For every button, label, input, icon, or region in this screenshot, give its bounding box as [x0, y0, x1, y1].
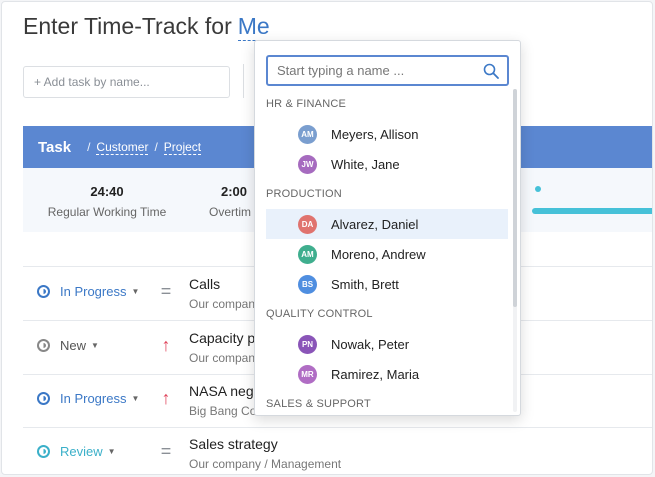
status-label: In Progress: [60, 284, 127, 299]
avatar: MR: [298, 364, 317, 384]
task-customer: Big Bang Co: [189, 404, 257, 418]
stat-value: 24:40: [90, 184, 124, 199]
task-name[interactable]: NASA neg: [189, 383, 254, 399]
person-option[interactable]: MR Ramirez, Maria: [266, 359, 508, 389]
person-option[interactable]: AM Moreno, Andrew: [266, 239, 508, 269]
person-option-highlighted[interactable]: DA Alvarez, Daniel: [266, 209, 508, 239]
toolbar-divider: [243, 64, 244, 98]
column-project[interactable]: Project: [163, 140, 202, 155]
table-row[interactable]: Review ▼ = Sales strategy Our company / …: [23, 428, 652, 474]
priority-equal-icon[interactable]: =: [156, 281, 176, 302]
page-title-text: Enter Time-Track for: [23, 13, 232, 39]
status-dropdown[interactable]: In Progress ▼: [37, 284, 139, 299]
status-icon: [37, 339, 50, 352]
group-label-hr-finance: HR & FINANCE: [266, 98, 347, 110]
status-label: In Progress: [60, 391, 127, 406]
task-customer: Our company: [189, 351, 262, 365]
stat-overtime: 2:00 Overtim: [209, 184, 259, 219]
separator: /: [87, 140, 91, 154]
person-search-box[interactable]: [266, 55, 509, 86]
task-name[interactable]: Sales strategy: [189, 436, 278, 452]
add-task-input[interactable]: + Add task by name...: [23, 66, 230, 98]
group-label-production: PRODUCTION: [266, 188, 342, 200]
status-label: New: [60, 338, 87, 353]
status-dropdown[interactable]: New ▼: [37, 338, 99, 353]
group-label-sales-support: SALES & SUPPORT: [266, 398, 371, 410]
person-picker-dropdown: HR & FINANCE AM Meyers, Allison JW White…: [254, 40, 521, 416]
avatar: BS: [298, 274, 317, 294]
person-name: Alvarez, Daniel: [331, 216, 419, 232]
task-customer: Our company: [189, 297, 262, 311]
person-name: Moreno, Andrew: [331, 246, 426, 262]
task-name[interactable]: Capacity p: [189, 330, 255, 346]
app-frame: Enter Time-Track for Me + Add task by nam…: [1, 1, 653, 475]
status-dropdown[interactable]: Review ▼: [37, 444, 116, 459]
stat-value: 2:00: [221, 184, 248, 199]
caret-down-icon: ▼: [131, 287, 140, 296]
person-name: Nowak, Peter: [331, 336, 410, 352]
avatar: DA: [298, 214, 317, 234]
stat-label: Overtim: [209, 205, 251, 219]
status-icon: [37, 445, 50, 458]
caret-down-icon: ▼: [131, 394, 140, 403]
group-label-quality-control: QUALITY CONTROL: [266, 308, 373, 320]
status-icon: [37, 285, 50, 298]
person-name: Ramirez, Maria: [331, 366, 420, 382]
priority-equal-icon[interactable]: =: [156, 441, 176, 462]
separator: /: [154, 140, 158, 154]
person-option[interactable]: PN Nowak, Peter: [266, 329, 508, 359]
priority-up-icon[interactable]: ↑: [156, 335, 176, 356]
column-task: Task: [38, 138, 72, 156]
person-option[interactable]: JW White, Jane: [266, 149, 508, 179]
progress-bar: [532, 208, 652, 214]
avatar: JW: [298, 154, 317, 174]
caret-down-icon: ▼: [91, 341, 99, 350]
stat-regular: 24:40 Regular Working Time: [47, 184, 167, 219]
task-customer: Our company / Management: [189, 457, 342, 471]
caret-down-icon: ▼: [107, 447, 116, 456]
status-dropdown[interactable]: In Progress ▼: [37, 391, 139, 406]
person-option[interactable]: AM Meyers, Allison: [266, 119, 508, 149]
person-option[interactable]: BS Smith, Brett: [266, 269, 508, 299]
avatar: AM: [298, 124, 317, 144]
progress-marker: [535, 186, 541, 192]
task-name[interactable]: Calls: [189, 276, 220, 292]
status-label: Review: [60, 444, 103, 459]
avatar: PN: [298, 334, 317, 354]
page-title: Enter Time-Track for Me: [23, 13, 270, 41]
avatar: AM: [298, 244, 317, 264]
person-name: White, Jane: [331, 156, 400, 172]
priority-up-icon[interactable]: ↑: [156, 388, 176, 409]
user-selector[interactable]: Me: [237, 13, 270, 41]
person-name: Smith, Brett: [331, 276, 399, 292]
status-icon: [37, 392, 50, 405]
scrollbar-thumb[interactable]: [513, 89, 517, 307]
person-name: Meyers, Allison: [331, 126, 419, 142]
person-search-input[interactable]: [268, 57, 468, 84]
stat-label: Regular Working Time: [47, 205, 167, 219]
column-customer[interactable]: Customer: [96, 140, 149, 155]
search-icon[interactable]: [483, 63, 499, 79]
